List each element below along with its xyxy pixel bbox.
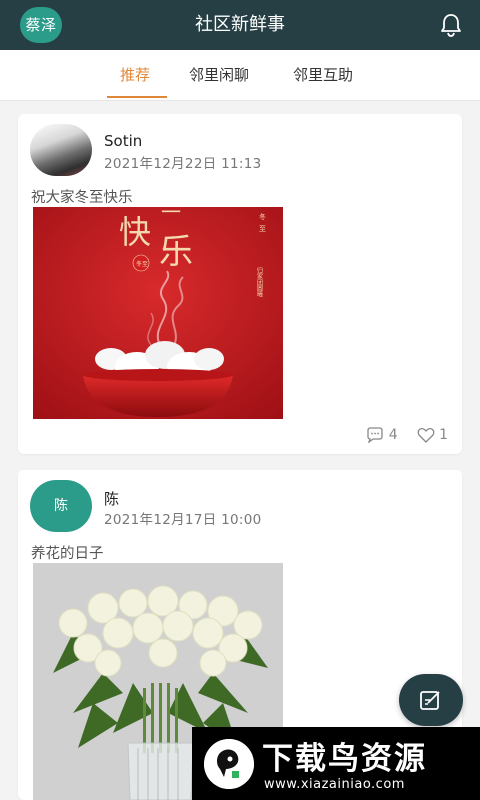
post-image[interactable]: 快 乐 一 冬至 冬 至 归家团圆曦 (33, 207, 283, 419)
image-small-zhi: 至 (259, 225, 266, 233)
like-count: 1 (439, 427, 448, 443)
page-title: 社区新鲜事 (195, 14, 285, 35)
image-text-kuai: 快 (119, 213, 151, 251)
svg-text:一: 一 (161, 207, 181, 224)
author-name: 陈 (104, 490, 120, 508)
compose-button[interactable] (399, 674, 463, 726)
image-seal: 冬至 (136, 260, 148, 268)
tab-neighbor-help[interactable]: 邻里互助 (293, 50, 353, 100)
post-content: 养花的日子 (31, 546, 104, 562)
comment-count: 4 (388, 427, 398, 443)
active-tab-indicator (107, 96, 167, 98)
watermark-title: 下载鸟资源 (262, 741, 427, 777)
author-avatar[interactable] (30, 124, 92, 176)
tab-recommend[interactable]: 推荐 (120, 50, 150, 100)
author-name: Sotin (104, 132, 143, 150)
compose-icon (420, 691, 440, 710)
image-small-dong: 冬 (259, 212, 266, 221)
author-avatar[interactable]: 陈 (30, 480, 92, 532)
top-app-bar: 蔡泽钒 社区新鲜事 (0, 0, 480, 70)
post-time: 2021年12月22日 11:13 (104, 156, 262, 172)
post-content: 祝大家冬至快乐 (31, 190, 133, 206)
tab-bar: 推荐 邻里闲聊 邻里互助 (0, 50, 480, 101)
tab-neighbor-chat[interactable]: 邻里闲聊 (189, 50, 249, 100)
image-vertical-text: 归家团圆曦 (256, 266, 263, 298)
post-card[interactable]: Sotin 2021年12月22日 11:13 祝大家冬至快乐 快 乐 一 冬至… (18, 114, 462, 454)
watermark-banner: 下载鸟资源 www.xiazainiao.com (192, 727, 480, 800)
watermark-url: www.xiazainiao.com (264, 777, 405, 792)
comment-icon[interactable] (366, 427, 384, 444)
post-stats: 4 1 (366, 427, 448, 444)
like-icon[interactable] (417, 427, 435, 443)
post-time: 2021年12月17日 10:00 (104, 512, 262, 528)
watermark-logo (204, 739, 254, 789)
image-text-le: 乐 (159, 232, 193, 272)
bell-icon[interactable] (440, 13, 462, 37)
